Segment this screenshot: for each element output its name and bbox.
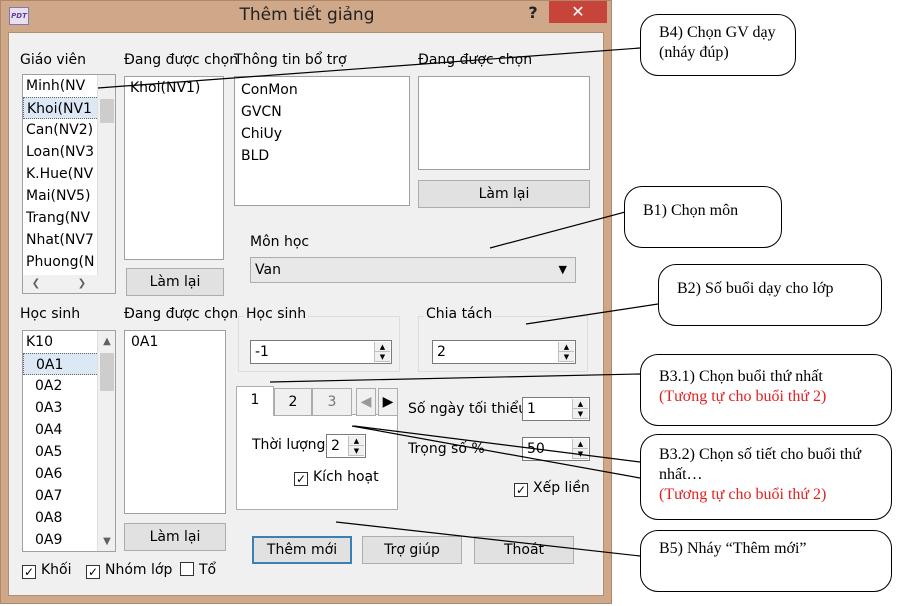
callout-b31-text: B3.1) Chọn buổi thứ nhất (659, 368, 823, 385)
leader-line-b31 (269, 373, 641, 383)
callout-b32-note: (Tương tự cho buổi thứ 2) (659, 486, 827, 503)
callout-b1: B1) Chọn môn (624, 186, 782, 248)
callout-b32: B3.2) Chọn số tiết cho buổi thứ nhất… (T… (640, 434, 892, 520)
callout-b4: B4) Chọn GV dạy (nháy đúp) (640, 14, 796, 76)
leader-line-b2 (525, 303, 659, 325)
callout-b32-text: B3.2) Chọn số tiết cho buổi thứ nhất… (659, 446, 861, 483)
leader-line-b32a (351, 425, 641, 479)
callout-b31-note: (Tương tự cho buổi thứ 2) (659, 388, 827, 405)
callout-b2: B2) Số buổi dạy cho lớp (658, 264, 882, 326)
leader-line-b5 (335, 521, 641, 557)
callout-b5: B5) Nháy “Thêm mới” (640, 530, 892, 592)
callout-b31: B3.1) Chọn buổi thứ nhất (Tương tự cho b… (640, 354, 892, 426)
leader-line-b1 (489, 207, 641, 249)
leader-line-b4 (97, 47, 641, 89)
leader-line-b32b (353, 425, 641, 463)
